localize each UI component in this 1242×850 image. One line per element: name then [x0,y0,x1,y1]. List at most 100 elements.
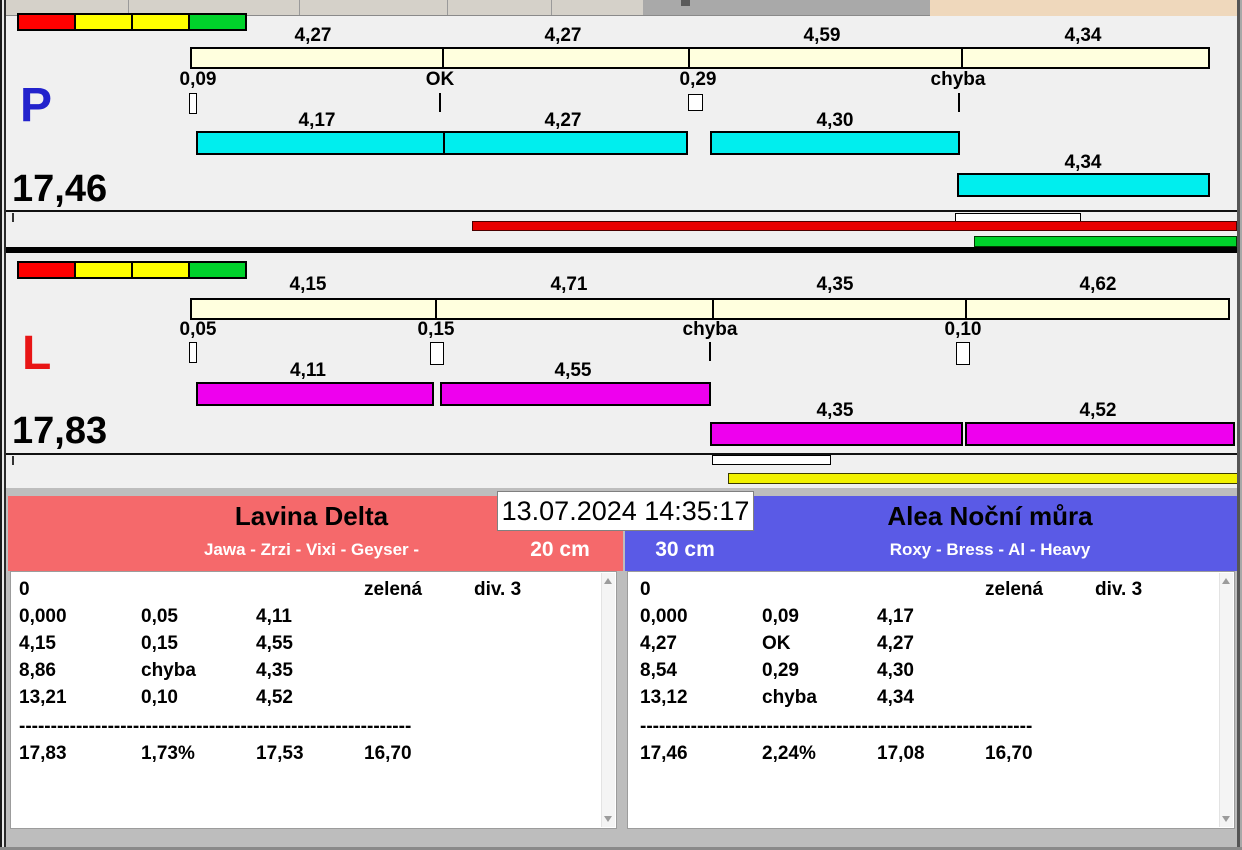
scale-divider [965,299,967,319]
run-split-label: 4,55 [554,360,592,381]
marker-tick [958,93,960,112]
run-split-label: 4,27 [544,110,582,131]
team-right-name: Alea Noční můra [887,501,1093,531]
overflow-yellow-bar-l [728,473,1238,484]
scroll-down-icon[interactable] [1222,816,1230,822]
team-right-log-area[interactable]: 0 zelená div. 3 0,000 0,09 4,17 4,27 OK 4,27 8… [627,571,1235,829]
tick-small [12,456,14,465]
split-divider [443,132,445,154]
taskbar-peach-segment [930,0,1242,16]
taskbar-separator [551,0,552,15]
taskbar-separator [447,0,448,15]
marker-label: 0,05 [179,319,217,340]
run-split-bar-l [710,422,963,446]
marker-tick [439,93,441,112]
run-split-label: 4,17 [298,110,336,131]
panel-divider-line [6,210,1237,212]
run-split-bar-l [440,382,711,406]
scale-divider [712,299,714,319]
log-row: 8,54 0,29 4,30 [640,660,914,681]
scrollbar[interactable] [1219,573,1233,827]
overflow-outline-bar-l [712,455,831,465]
log-row: 4,27 OK 4,27 [640,633,914,654]
run-split-label: 4,52 [1079,400,1117,421]
overflow-red-bar-p [472,221,1237,231]
marker-label: chyba [930,69,986,90]
legend-red-cell [17,13,76,31]
reference-scale-bar-l [190,298,1230,320]
marker-tick [709,342,711,361]
timing-app-window: 4,27 4,27 4,59 4,34 0,09 OK 0,29 chyba 4… [0,0,1242,850]
lane-total-time-l: 17,83 [12,410,108,452]
run-split-label: 4,34 [1064,152,1102,173]
ref-split-label: 4,34 [1064,25,1102,46]
marker-label: 0,09 [179,69,217,90]
legend-green-cell [188,261,247,279]
legend-red-cell [17,261,76,279]
scroll-up-icon[interactable] [1222,578,1230,584]
marker-label: OK [425,69,455,90]
log-row: 0 zelená div. 3 [640,579,1143,600]
timestamp-box: 13.07.2024 14:35:17 [497,491,754,531]
ref-split-label: 4,59 [803,25,841,46]
ref-split-label: 4,27 [544,25,582,46]
scale-divider [442,48,444,68]
scroll-down-icon[interactable] [604,816,612,822]
run-split-label: 4,35 [816,400,854,421]
overflow-green-bar-p [974,236,1237,247]
ref-split-label: 4,35 [816,274,854,295]
scale-divider [435,299,437,319]
legend-yellow-cell [74,261,133,279]
run-split-label: 4,30 [816,110,854,131]
run-split-bar-l [196,382,434,406]
status-legend-p [17,13,247,31]
run-split-bar-p [196,131,688,155]
log-separator: ----------------------------------------… [640,716,1033,737]
ref-split-label: 4,71 [550,274,588,295]
team-right-members: Roxy - Bress - Al - Heavy [889,540,1091,559]
panel-divider-line [6,453,1237,455]
log-totals-row: 17,46 2,24% 17,08 16,70 [640,743,1033,764]
scale-divider [688,48,690,68]
lane-total-time-p: 17,46 [12,168,108,210]
marker-label: 0,10 [944,319,982,340]
legend-yellow-cell [131,13,190,31]
marker-tick [956,342,970,365]
ref-split-label: 4,27 [294,25,332,46]
taskbar-separator [299,0,300,15]
ref-split-label: 4,62 [1079,274,1117,295]
log-row: 0,000 0,05 4,11 [19,606,292,627]
scale-divider [961,48,963,68]
log-row: 0,000 0,09 4,17 [640,606,914,627]
team-left-log-area[interactable]: 0 zelená div. 3 0,000 0,05 4,11 4,15 0,15 4,55… [10,571,617,829]
scroll-up-icon[interactable] [604,578,612,584]
ref-split-label: 4,15 [289,274,327,295]
legend-yellow-cell [131,261,190,279]
marker-tick [430,342,444,365]
marker-tick [189,342,197,363]
lane-letter-l: L [22,327,52,380]
legend-green-cell [188,13,247,31]
lane-letter-p: P [20,79,53,132]
marker-tick [688,94,703,111]
team-left-category: 20 cm [530,538,590,561]
window-frame-left [4,0,6,850]
status-legend-l [17,261,247,279]
legend-yellow-cell [74,13,133,31]
log-row: 8,86 chyba 4,35 [19,660,293,681]
lane-separator-bar [6,247,1237,253]
marker-label: 0,29 [679,69,717,90]
reference-scale-bar-p [190,47,1210,69]
tick-small [12,213,14,222]
log-separator: ----------------------------------------… [19,716,412,737]
taskbar-notch [681,0,690,6]
scrollbar[interactable] [601,573,615,827]
team-right-category: 30 cm [655,538,715,561]
timestamp-text: 13.07.2024 14:35:17 [501,495,750,526]
log-row: 0 zelená div. 3 [19,579,522,600]
run-split-label: 4,11 [290,360,326,381]
marker-label: chyba [682,319,738,340]
log-totals-row: 17,83 1,73% 17,53 16,70 [19,743,412,764]
run-split-bar-p [710,131,960,155]
log-row: 13,12 chyba 4,34 [640,687,914,708]
